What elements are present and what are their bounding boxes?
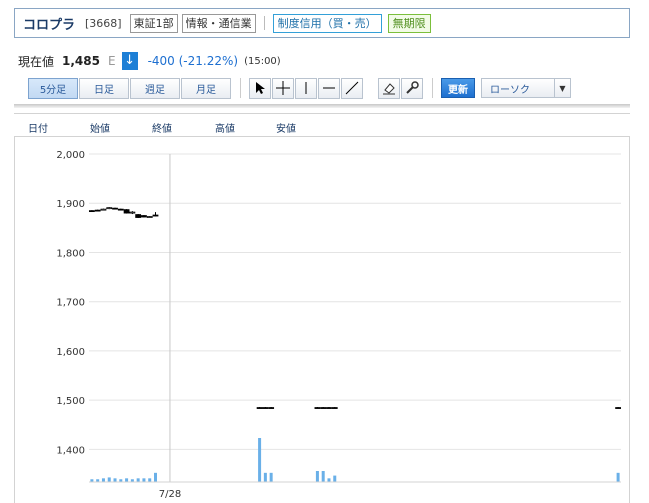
chart-type-value: ローソク	[490, 84, 530, 96]
volume-bar	[148, 478, 152, 482]
col-date: 日付	[28, 124, 48, 135]
settings-tool-button[interactable]	[401, 77, 423, 99]
wrench-icon	[406, 81, 419, 94]
industry-tag[interactable]: 情報・通信業	[181, 13, 256, 33]
price-change: -400 (-21.22%)	[147, 54, 239, 68]
stock-code: [3668]	[85, 16, 122, 30]
col-high: 高値	[215, 124, 235, 135]
ohlc-header: 日付 始値 終値 高値 安値	[14, 113, 630, 137]
candle-body	[268, 407, 275, 409]
y-tick-label: 1,600	[56, 347, 85, 358]
candle-body	[123, 209, 130, 214]
y-tick-label: 1,900	[56, 199, 85, 210]
y-tick-label: 1,500	[56, 396, 85, 407]
trend-line-icon	[345, 81, 359, 95]
candle-body	[129, 211, 136, 214]
volume-bar	[616, 472, 620, 482]
eraser-tool-button[interactable]	[378, 77, 400, 99]
toolbar-divider	[240, 78, 241, 98]
market-tag: 東証1部	[129, 13, 178, 33]
volume-bar	[154, 472, 157, 482]
crosshair-tool-button[interactable]	[272, 77, 294, 99]
volume-bar	[125, 478, 129, 482]
candle-body	[314, 407, 321, 409]
toolbar-divider-2	[432, 78, 433, 98]
volume-bar	[321, 471, 325, 482]
col-open: 始値	[90, 124, 110, 135]
toolbar-shadow	[14, 104, 630, 108]
candle-body	[135, 214, 142, 218]
period-5min-button[interactable]: 5分足	[28, 77, 78, 99]
dropdown-arrow-icon: ▼	[554, 79, 570, 97]
price-line: 現在値 1,485 E ↓ -400 (-21.22%) (15:00)	[18, 52, 281, 70]
period-weekly-button[interactable]: 週足	[130, 77, 180, 99]
horizontal-line-tool-button[interactable]	[318, 77, 340, 99]
market-flag: E	[107, 54, 116, 68]
volume-bar	[263, 472, 267, 482]
candle-body	[146, 216, 153, 218]
price-time: (15:00)	[244, 55, 281, 67]
candle-body	[331, 407, 338, 409]
candle-body	[94, 209, 101, 212]
candle-body	[152, 214, 159, 217]
pointer-tool-button[interactable]	[249, 77, 271, 99]
eraser-icon	[383, 83, 395, 95]
candle-body	[112, 207, 118, 210]
header-divider	[263, 16, 265, 30]
crosshair-icon	[276, 81, 290, 95]
candle-body	[141, 215, 147, 218]
update-button[interactable]: 更新	[441, 78, 475, 98]
candle-body	[117, 208, 124, 211]
candle-body	[256, 407, 263, 409]
y-tick-label: 1,700	[56, 298, 85, 309]
vertical-line-tool-button[interactable]	[295, 77, 317, 99]
company-name[interactable]: コロプラ	[23, 14, 75, 33]
volume-bar	[327, 478, 331, 482]
candle-body	[262, 407, 269, 409]
period-monthly-button[interactable]: 月足	[181, 77, 231, 99]
col-close: 終値	[152, 124, 172, 135]
chart-toolbar: 5分足 日足 週足 月足 更新 ローソク ▼	[28, 77, 571, 99]
chart-area[interactable]: 2,000 1,900 1,800 1,700 1,600 1,500 1,400 7/28	[14, 137, 630, 503]
arrow-down-icon: ↓	[121, 52, 138, 70]
margin-type-tag: 制度信用（買・売）	[272, 13, 382, 33]
x-tick-label: 7/28	[159, 489, 181, 500]
candlestick-chart[interactable]: 2,000 1,900 1,800 1,700 1,600 1,500 1,400 7/28	[15, 137, 629, 503]
volume-bar	[258, 438, 262, 482]
trend-line-tool-button[interactable]	[341, 77, 363, 99]
y-tick-label: 2,000	[56, 150, 85, 161]
volume-bar	[107, 477, 111, 482]
horizontal-line-icon	[323, 87, 335, 89]
period-daily-button[interactable]: 日足	[79, 77, 129, 99]
chart-type-select[interactable]: ローソク ▼	[481, 78, 571, 98]
volume-bar	[315, 471, 319, 482]
candle-body	[106, 207, 113, 210]
candle-body	[88, 210, 95, 213]
y-tick-label: 1,400	[56, 445, 85, 456]
vertical-line-icon	[305, 82, 307, 94]
col-low: 安値	[276, 124, 296, 135]
candle-body	[100, 208, 107, 211]
current-price-label: 現在値	[18, 54, 55, 69]
current-price-value: 1,485	[62, 54, 100, 68]
volume-bar	[142, 478, 146, 482]
stock-header: コロプラ [3668] 東証1部 情報・通信業 制度信用（買・売） 無期限	[14, 8, 630, 38]
term-tag: 無期限	[387, 13, 431, 33]
candle-body	[320, 407, 327, 409]
volume-bar	[136, 478, 140, 482]
volume-bar	[333, 475, 337, 482]
volume-bar	[113, 478, 117, 482]
candle-body	[615, 407, 622, 409]
volume-bar	[269, 472, 273, 482]
pointer-icon	[256, 82, 265, 94]
volume-bar	[101, 478, 105, 482]
y-tick-label: 1,800	[56, 248, 85, 259]
candle-body	[326, 407, 332, 409]
